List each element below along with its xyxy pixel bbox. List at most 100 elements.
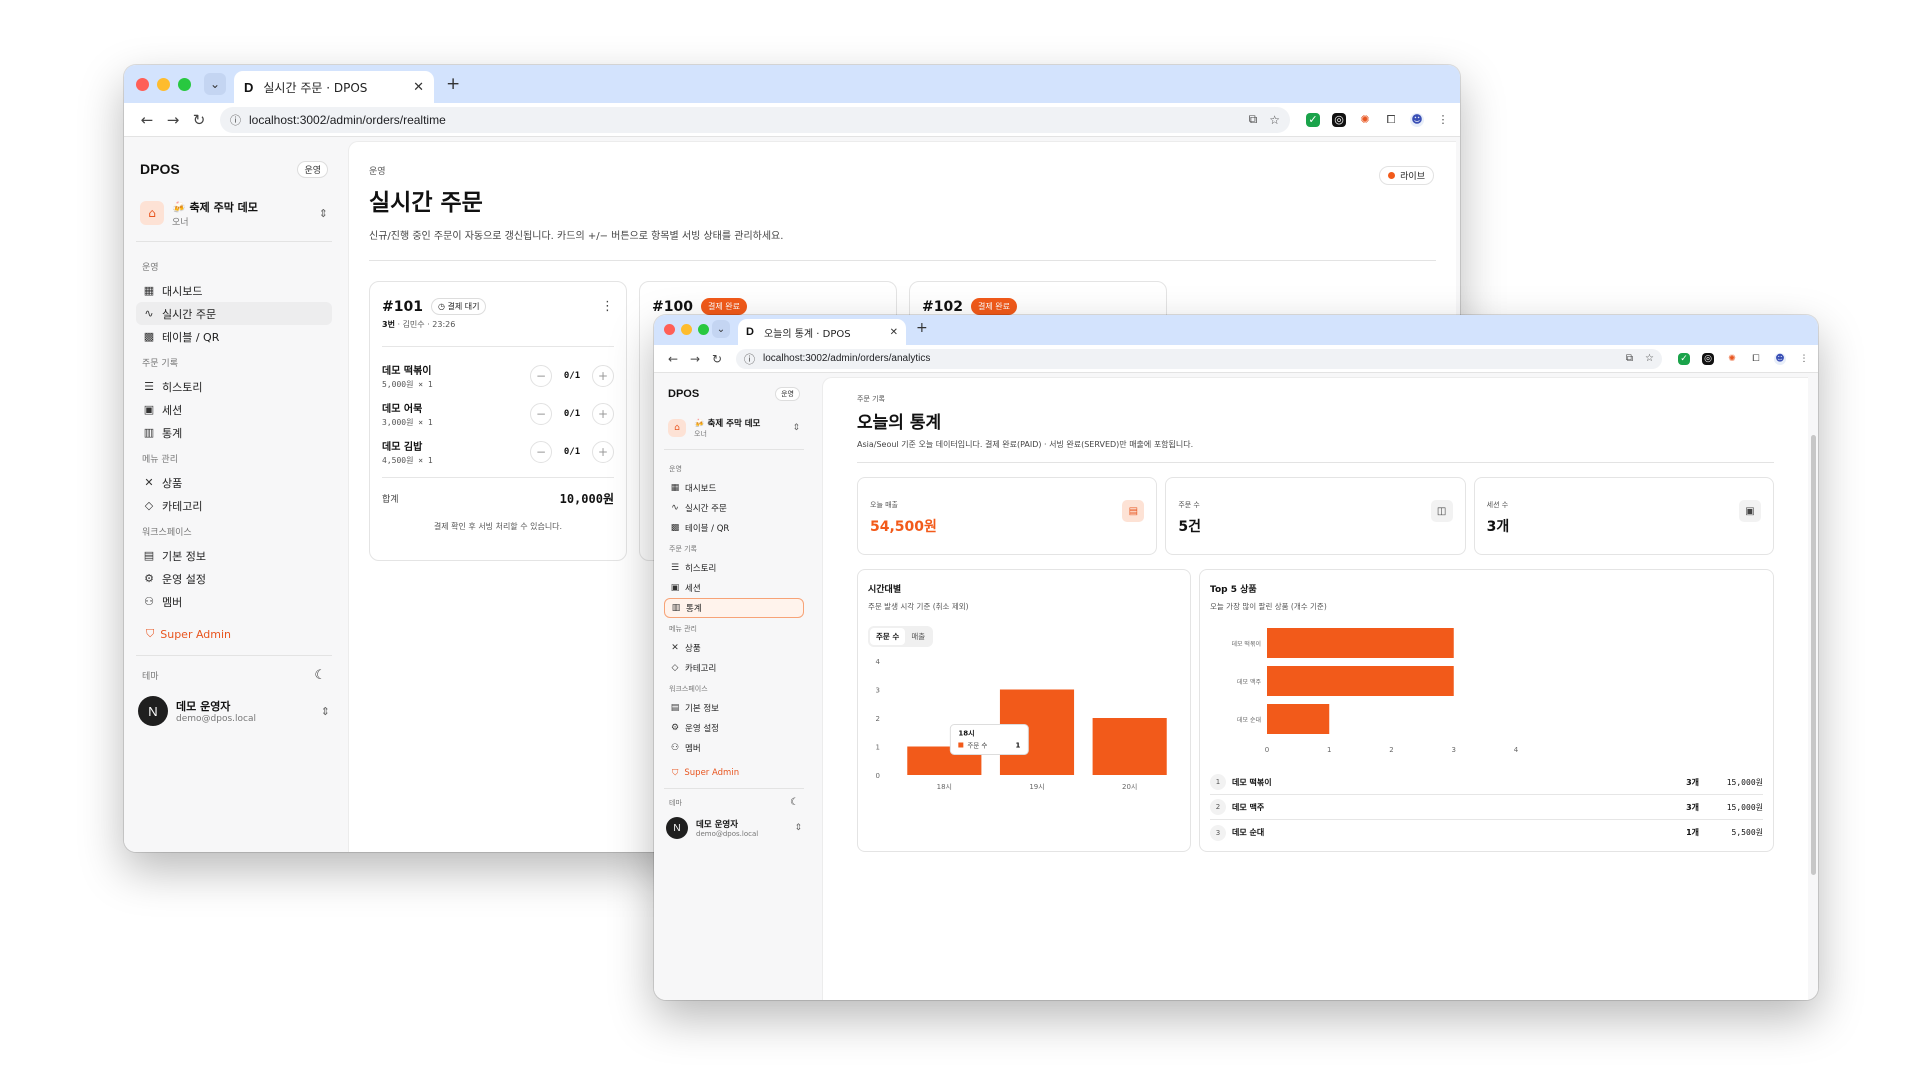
more-vertical-icon[interactable]: ⋮ bbox=[601, 299, 614, 314]
plus-icon[interactable]: + bbox=[592, 365, 614, 387]
moon-icon[interactable]: ☾ bbox=[790, 797, 799, 808]
super-admin-link[interactable]: ⛉ Super Admin bbox=[136, 613, 332, 655]
sidebar-item[interactable]: ▥ 통계 bbox=[136, 421, 332, 444]
new-tab-icon[interactable]: + bbox=[916, 320, 928, 336]
sidebar-item-label: 실시간 주문 bbox=[685, 504, 727, 514]
back-icon[interactable]: ← bbox=[662, 352, 684, 366]
calendar-icon: ▣ bbox=[1738, 500, 1761, 522]
sidebar-item[interactable]: ▥ 통계 bbox=[664, 598, 804, 618]
activity-icon: ∿ bbox=[671, 503, 679, 513]
rank-row: 2 데모 맥주 3개 15,000원 bbox=[1210, 795, 1763, 820]
address-bar[interactable]: ⓘ localhost:3002/admin/orders/analytics … bbox=[736, 348, 1662, 369]
puzzle-icon[interactable]: ⧠ bbox=[1750, 353, 1762, 365]
close-tab-icon[interactable]: ✕ bbox=[890, 327, 898, 338]
store-switcher[interactable]: ⌂ 🍻 축제 주막 데모 오너 ⇕ bbox=[136, 189, 332, 237]
minus-icon[interactable]: − bbox=[530, 441, 552, 463]
bookmark-star-icon[interactable]: ☆ bbox=[1269, 113, 1280, 127]
profile-icon[interactable]: ☻ bbox=[1774, 352, 1786, 365]
minimize-window-button[interactable] bbox=[681, 324, 692, 335]
store-switcher[interactable]: ⌂ 🍻 축제 주막 데모 오너 ⇕ bbox=[664, 411, 804, 445]
maximize-window-button[interactable] bbox=[698, 324, 709, 335]
sidebar-item[interactable]: ▣ 세션 bbox=[664, 578, 804, 598]
url-text[interactable]: localhost:3002/admin/orders/analytics bbox=[763, 353, 1614, 364]
close-window-button[interactable] bbox=[664, 324, 675, 335]
browser-menu-icon[interactable]: ⋮ bbox=[1798, 353, 1810, 365]
chevrons-up-down-icon: ⇕ bbox=[792, 423, 800, 433]
plus-icon[interactable]: + bbox=[592, 403, 614, 425]
url-text[interactable]: localhost:3002/admin/orders/realtime bbox=[249, 113, 1237, 127]
sidebar-item[interactable]: ▤ 기본 정보 bbox=[664, 698, 804, 718]
sidebar-item-label: 대시보드 bbox=[685, 484, 717, 494]
sidebar-item[interactable]: ⚙ 운영 설정 bbox=[664, 718, 804, 738]
shield-extension-icon[interactable]: ✓ bbox=[1306, 112, 1320, 127]
kpi-value: 5건 bbox=[1178, 519, 1201, 535]
nav-group-label: 워크스페이스 bbox=[669, 685, 708, 693]
bookmark-star-icon[interactable]: ☆ bbox=[1645, 353, 1654, 364]
browser-tab-active[interactable]: D 실시간 주문 · DPOS ✕ bbox=[234, 71, 434, 103]
sidebar-item[interactable]: ⚇ 멤버 bbox=[664, 738, 804, 758]
sidebar-item[interactable]: ∿ 실시간 주문 bbox=[136, 302, 332, 325]
extension-dark-icon[interactable]: ◎ bbox=[1332, 112, 1346, 127]
plus-icon[interactable]: + bbox=[592, 441, 614, 463]
nav-group-label: 주문 기록 bbox=[142, 359, 178, 369]
nav-group-label: 워크스페이스 bbox=[142, 528, 192, 538]
forward-icon[interactable]: → bbox=[160, 111, 186, 129]
sidebar-item[interactable]: ✕ 상품 bbox=[136, 471, 332, 494]
minus-icon[interactable]: − bbox=[530, 365, 552, 387]
shield-extension-icon[interactable]: ✓ bbox=[1678, 352, 1690, 365]
close-tab-icon[interactable]: ✕ bbox=[413, 80, 424, 95]
extension-star-icon[interactable]: ✺ bbox=[1726, 353, 1738, 365]
back-icon[interactable]: ← bbox=[134, 111, 160, 129]
tab-search-chevron-icon[interactable]: ⌄ bbox=[204, 73, 226, 95]
live-label: 라이브 bbox=[1400, 172, 1425, 182]
theme-row: 테마 ☾ bbox=[136, 656, 332, 689]
reload-icon[interactable]: ↻ bbox=[186, 111, 212, 129]
sidebar-item[interactable]: ☰ 히스토리 bbox=[136, 375, 332, 398]
tab-search-chevron-icon[interactable]: ⌄ bbox=[712, 320, 730, 338]
install-app-icon[interactable]: ⧉ bbox=[1249, 112, 1258, 127]
extension-star-icon[interactable]: ✺ bbox=[1358, 113, 1372, 127]
sidebar-item[interactable]: ◇ 카테고리 bbox=[664, 658, 804, 678]
sidebar-item[interactable]: ▦ 대시보드 bbox=[664, 478, 804, 498]
user-menu[interactable]: N 데모 운영자 demo@dpos.local ⇕ bbox=[136, 689, 332, 733]
reload-icon[interactable]: ↻ bbox=[706, 352, 728, 366]
extension-dark-icon[interactable]: ◎ bbox=[1702, 352, 1714, 365]
user-menu[interactable]: N 데모 운영자 demo@dpos.local ⇕ bbox=[664, 812, 804, 844]
sidebar-item[interactable]: ▩ 테이블 / QR bbox=[664, 518, 804, 538]
order-items: 데모 떡볶이 5,000원 × 1 − 0/1 + 데모 어묵 3,000원 × 1 − 0/1… bbox=[382, 357, 614, 471]
top-products-bar-chart: 데모 떡볶이데모 맥주데모 순대 0 1 2 3 4 bbox=[1231, 628, 1519, 754]
sidebar-item[interactable]: ∿ 실시간 주문 bbox=[664, 498, 804, 518]
order-number: #102 bbox=[922, 298, 963, 315]
rank-quantity: 3개 bbox=[1686, 777, 1699, 787]
new-tab-icon[interactable]: + bbox=[446, 74, 460, 94]
item-price: 3,000원 × 1 bbox=[382, 418, 433, 427]
puzzle-icon[interactable]: ⧠ bbox=[1384, 113, 1398, 127]
install-app-icon[interactable]: ⧉ bbox=[1626, 353, 1633, 364]
forward-icon[interactable]: → bbox=[684, 352, 706, 366]
sidebar-item[interactable]: ▣ 세션 bbox=[136, 398, 332, 421]
sidebar-item[interactable]: ✕ 상품 bbox=[664, 638, 804, 658]
profile-icon[interactable]: ☻ bbox=[1410, 112, 1424, 127]
sidebar-item[interactable]: ⚙ 운영 설정 bbox=[136, 567, 332, 590]
sidebar-item-label: 통계 bbox=[162, 426, 183, 440]
sidebar-item[interactable]: ▤ 기본 정보 bbox=[136, 544, 332, 567]
minus-icon[interactable]: − bbox=[530, 403, 552, 425]
sidebar-item[interactable]: ⚇ 멤버 bbox=[136, 590, 332, 613]
sidebar-item[interactable]: ▩ 테이블 / QR bbox=[136, 325, 332, 348]
super-admin-link[interactable]: ⛉ Super Admin bbox=[664, 758, 804, 788]
site-info-icon[interactable]: ⓘ bbox=[230, 112, 241, 128]
minimize-window-button[interactable] bbox=[157, 78, 170, 91]
maximize-window-button[interactable] bbox=[178, 78, 191, 91]
site-info-icon[interactable]: ⓘ bbox=[744, 351, 755, 367]
store-role: 오너 bbox=[694, 430, 707, 438]
brand: DPOS 운영 bbox=[136, 149, 332, 189]
address-bar[interactable]: ⓘ localhost:3002/admin/orders/realtime ⧉… bbox=[220, 106, 1290, 133]
browser-tab-active[interactable]: D 오늘의 통계 · DPOS ✕ bbox=[738, 319, 906, 345]
sidebar-item[interactable]: ▦ 대시보드 bbox=[136, 279, 332, 302]
moon-icon[interactable]: ☾ bbox=[314, 668, 326, 683]
close-window-button[interactable] bbox=[136, 78, 149, 91]
browser-menu-icon[interactable]: ⋮ bbox=[1436, 113, 1450, 127]
page-scrollbar[interactable] bbox=[1811, 435, 1816, 875]
sidebar-item[interactable]: ◇ 카테고리 bbox=[136, 494, 332, 517]
sidebar-item[interactable]: ☰ 히스토리 bbox=[664, 558, 804, 578]
